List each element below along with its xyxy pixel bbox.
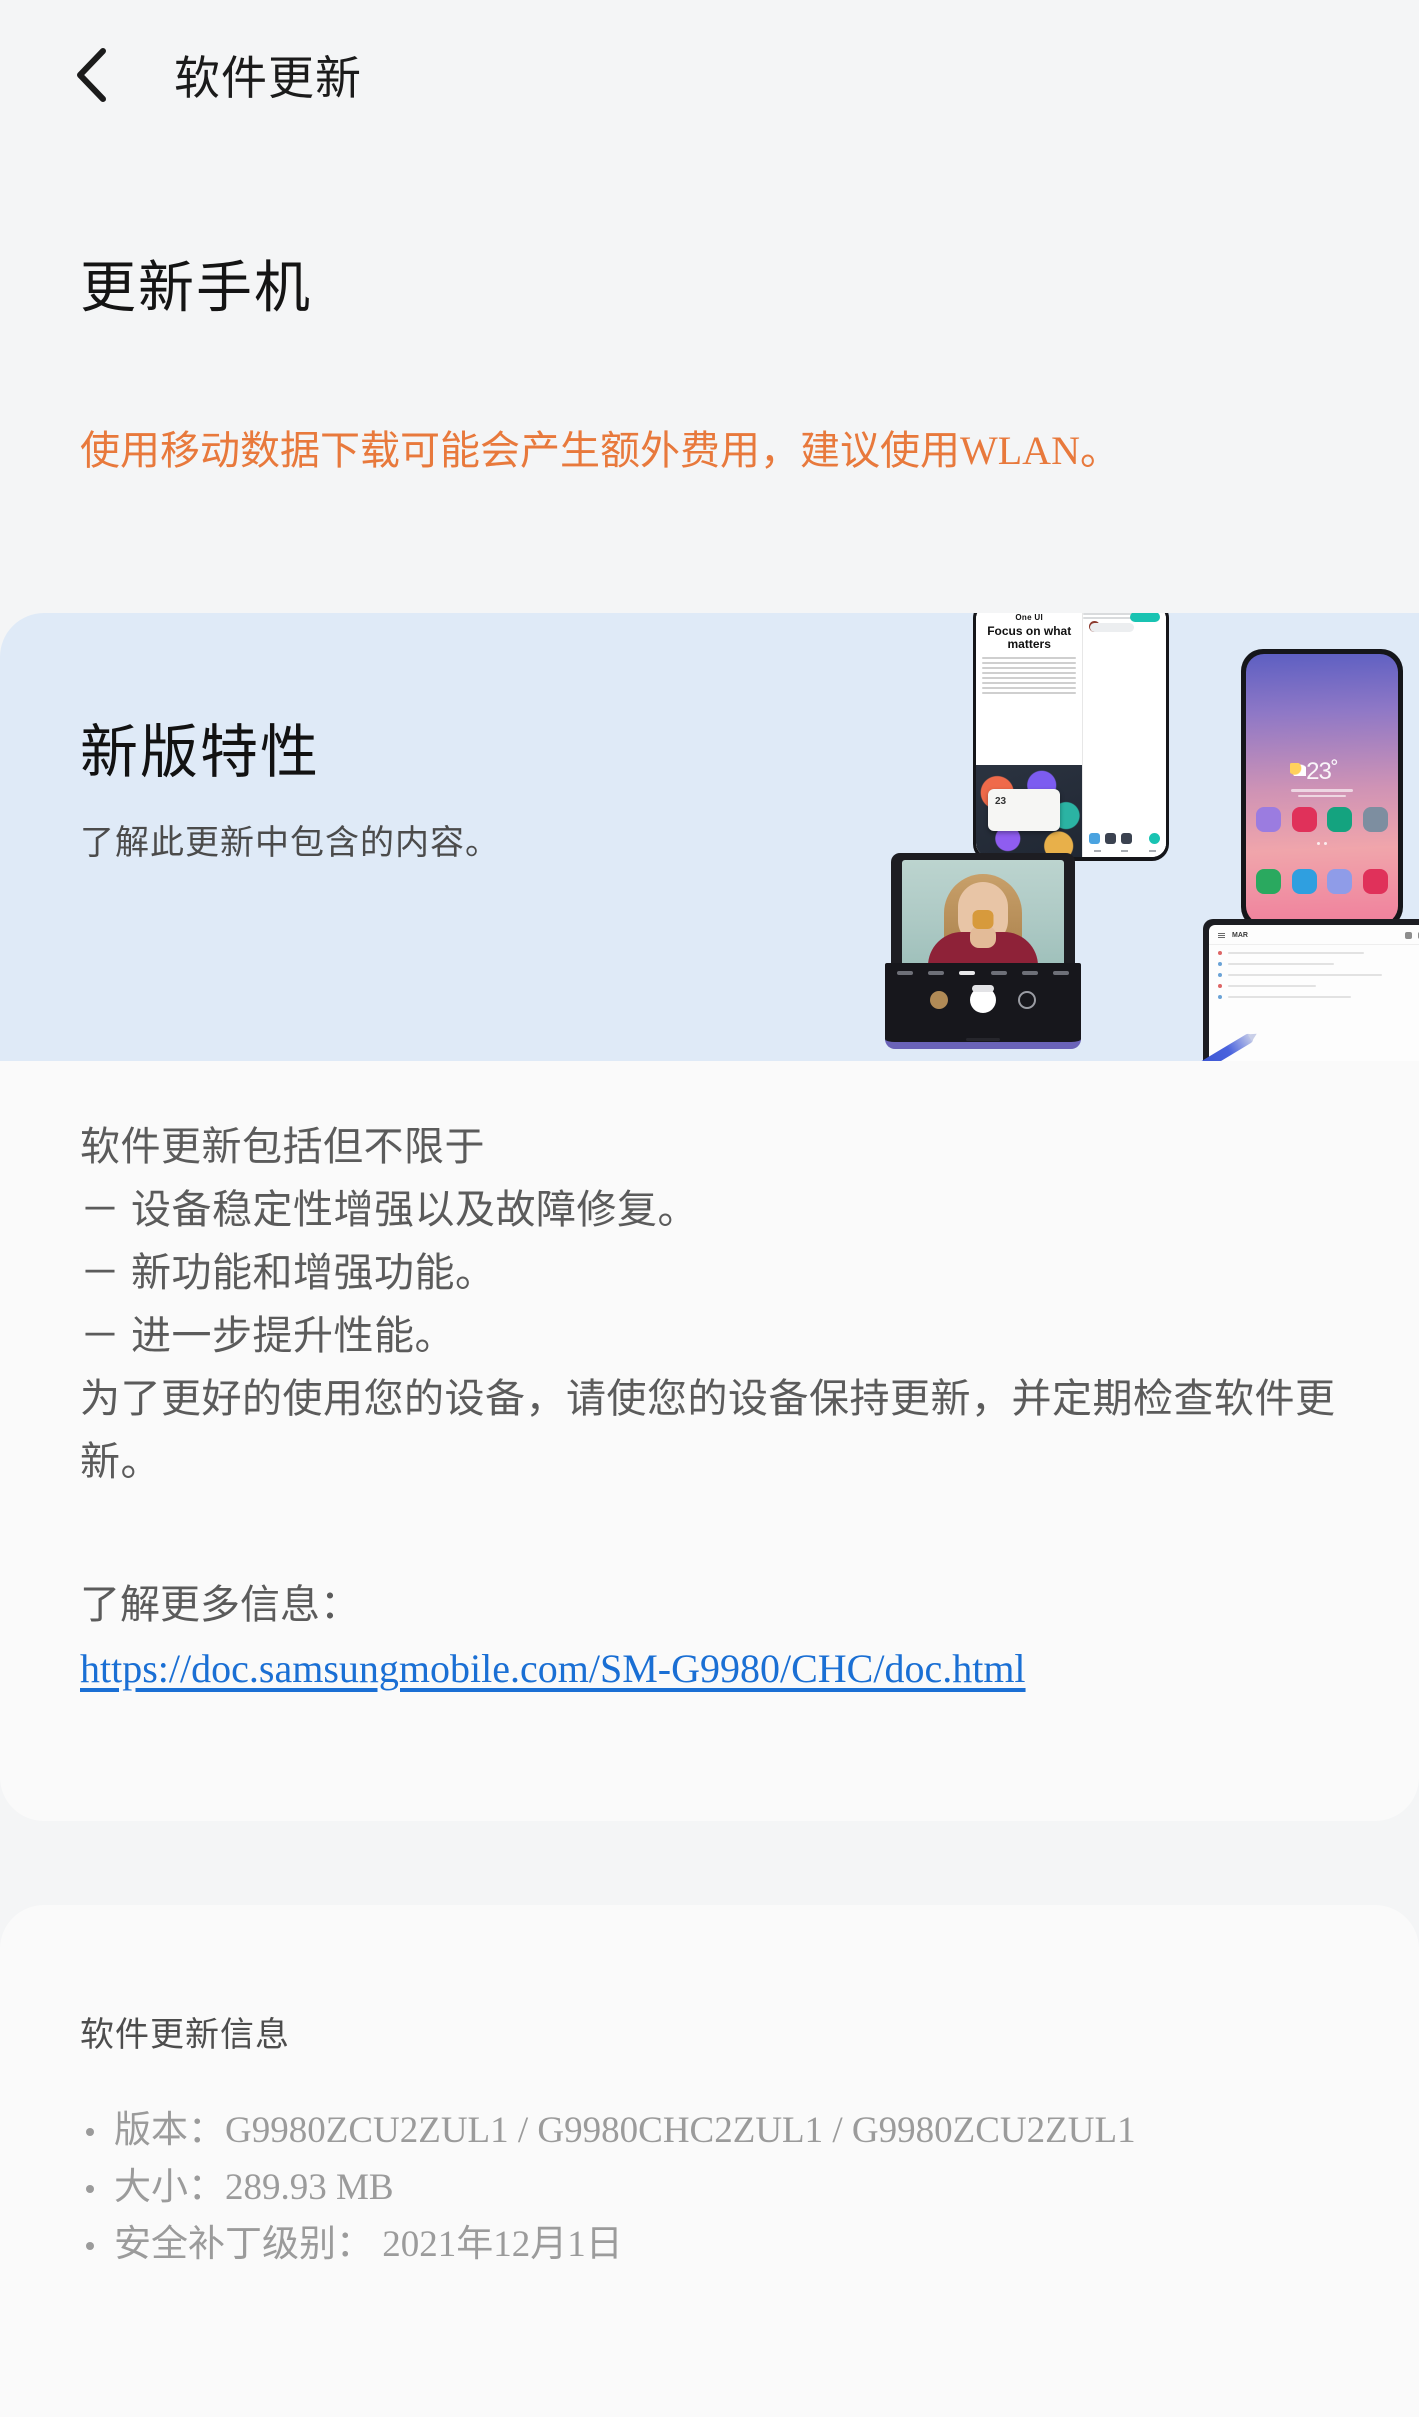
widget-card-icon: 23	[988, 789, 1060, 831]
app-header: 软件更新	[0, 0, 1419, 150]
oneui-headline: Focus on what matters	[987, 624, 1072, 651]
settings-flower-icon	[1291, 807, 1317, 832]
release-notes-bullet: － 设备稳定性增强以及故障修复。	[80, 1187, 698, 1232]
app-row-two	[1256, 869, 1388, 894]
internet-icon	[1327, 869, 1353, 894]
nav-bar-icon	[1083, 845, 1166, 857]
list-item: 安全补丁级别： 2021年12月1日	[80, 2216, 1370, 2273]
tablet-note-rows	[1209, 945, 1419, 1012]
tablet-mockup-icon: MAR	[1170, 919, 1419, 1061]
header-title: 软件更新	[174, 53, 362, 104]
foldable-flip-mockup-icon	[885, 853, 1085, 1049]
release-notes-intro: 软件更新包括但不限于	[80, 1124, 485, 1169]
messages-icon	[1291, 869, 1317, 894]
release-notes-text: 软件更新包括但不限于 － 设备稳定性增强以及故障修复。 － 新功能和增强功能。 …	[80, 1115, 1350, 1493]
update-info-list: 版本：G9980ZCU2ZUL1 / G9980CHC2ZUL1 / G9980…	[80, 2102, 1370, 2273]
tablet-toolbar: MAR	[1209, 925, 1419, 945]
release-notes-closing: 为了更好的使用您的设备，请使您的设备保持更新，并定期检查软件更新。	[80, 1376, 1336, 1484]
release-notes-card: 软件更新包括但不限于 － 设备稳定性增强以及故障修复。 － 新功能和增强功能。 …	[0, 1061, 1419, 1821]
flip-lower-camera-controls	[885, 963, 1081, 1049]
weather-widget-icon: 23˚	[1246, 758, 1398, 800]
flip-hinge-icon	[966, 1038, 1000, 1041]
whats-new-banner[interactable]: 新版特性 了解此更新中包含的内容。 One UI Focus on what m…	[0, 613, 1419, 1061]
chat-bubble-outgoing-icon	[1129, 613, 1160, 622]
update-info-card: 软件更新信息 版本：G9980ZCU2ZUL1 / G9980CHC2ZUL1 …	[0, 1905, 1419, 2417]
camera-icon	[1362, 869, 1388, 894]
flip-toggle-pill-icon	[972, 985, 994, 992]
update-info-title: 软件更新信息	[80, 2017, 290, 2054]
banner-text-group: 新版特性 了解此更新中包含的内容。	[80, 705, 500, 864]
documentation-link[interactable]: https://doc.samsungmobile.com/SM-G9980/C…	[80, 1636, 1350, 1702]
add-icon	[1405, 932, 1412, 939]
phone-article-mockup-icon: One UI Focus on what matters 23	[973, 613, 1169, 861]
temperature-value: 23˚	[1306, 758, 1339, 785]
phone-home-mockup-icon: 23˚	[1241, 649, 1403, 929]
gear-icon	[1362, 807, 1388, 832]
learn-more-block: 了解更多信息： https://doc.samsungmobile.com/SM…	[80, 1573, 1350, 1702]
phone-icon	[1256, 869, 1281, 894]
back-button[interactable]	[62, 45, 122, 105]
hamburger-icon	[1218, 932, 1225, 939]
device-illustration: One UI Focus on what matters 23 23˚ MAR	[885, 613, 1419, 1061]
app-grid-thumbnail: 23	[976, 765, 1083, 857]
release-notes-bullet: － 新功能和增强功能。	[80, 1250, 496, 1295]
chevron-left-icon	[70, 45, 114, 105]
app-row-one	[1256, 807, 1388, 832]
list-item: 版本：G9980ZCU2ZUL1 / G9980CHC2ZUL1 / G9980…	[80, 2102, 1370, 2159]
chat-bubble-incoming-icon	[1090, 623, 1135, 632]
calendar-icon	[1327, 807, 1353, 832]
banner-subtitle: 了解此更新中包含的内容。	[80, 825, 500, 862]
page-title: 更新手机	[80, 258, 312, 320]
camera-mode-strip	[897, 971, 1069, 975]
flip-upper-screen	[891, 853, 1075, 969]
page-indicator	[1246, 832, 1398, 850]
camera-preview-portrait-icon	[902, 860, 1064, 966]
gallery-icon	[1256, 807, 1281, 832]
oneui-body-lines	[976, 657, 1082, 694]
chat-pane	[1082, 613, 1166, 857]
banner-title: 新版特性	[80, 720, 321, 785]
camera-thumbnail-icon	[930, 991, 948, 1009]
software-update-screen: 软件更新 更新手机 使用移动数据下载可能会产生额外费用，建议使用WLAN。 新版…	[0, 0, 1419, 2417]
list-item: 大小：289.93 MB	[80, 2159, 1370, 2216]
weather-location-lines	[1246, 789, 1398, 797]
switch-camera-icon	[1018, 991, 1036, 1009]
oneui-kicker: One UI	[1015, 613, 1043, 622]
learn-more-label: 了解更多信息：	[80, 1582, 360, 1627]
release-notes-bullet: － 进一步提升性能。	[80, 1313, 455, 1358]
data-usage-notice: 使用移动数据下载可能会产生额外费用，建议使用WLAN。	[80, 428, 1120, 473]
chat-toolbar	[1083, 831, 1166, 845]
sun-cloud-icon	[1290, 763, 1306, 776]
